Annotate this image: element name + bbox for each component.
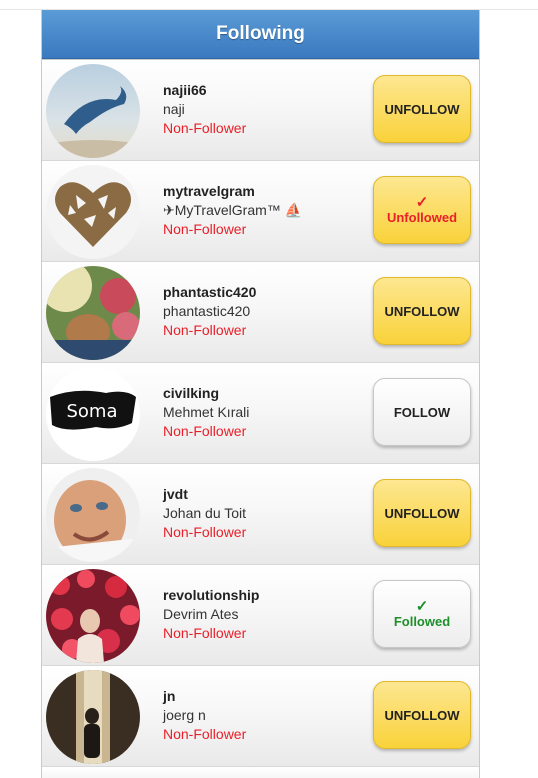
list-item[interactable]: phantastic420 phantastic420 Non-Follower… (42, 261, 479, 362)
username: civilking (163, 385, 220, 401)
list-item[interactable]: Soma civilking Mehmet Kırali Non-Followe… (42, 362, 479, 463)
avatar[interactable] (46, 670, 140, 764)
full-name: ✈MyTravelGram™ ⛵ (163, 202, 303, 218)
button-label: UNFOLLOW (384, 505, 460, 521)
button-label: FOLLOW (393, 404, 451, 420)
full-name: Mehmet Kırali (163, 404, 250, 420)
user-info: phantastic420 phantastic420 Non-Follower (163, 283, 256, 340)
username: revolutionship (163, 587, 260, 603)
full-name: joerg n (163, 707, 206, 723)
follow-status: Non-Follower (163, 120, 247, 136)
username: mytravelgram (163, 183, 255, 199)
username: jn (163, 688, 176, 704)
user-info: jvdt Johan du Toit Non-Follower (163, 485, 246, 542)
page-title: Following (216, 23, 305, 44)
unfollowed-button[interactable]: ✓ Unfollowed (373, 176, 471, 244)
user-info: najii66 naji Non-Follower (163, 81, 246, 138)
user-info: civilking Mehmet Kırali Non-Follower (163, 384, 249, 441)
button-label: UNFOLLOW (384, 101, 460, 117)
user-info: jn joerg n Non-Follower (163, 687, 246, 744)
follow-status: Non-Follower (163, 625, 247, 641)
header-bar: Following (42, 10, 479, 59)
avatar[interactable] (46, 64, 140, 158)
follow-status: Non-Follower (163, 423, 247, 439)
user-info: mytravelgram ✈MyTravelGram™ ⛵ Non-Follow… (163, 182, 302, 239)
username: najii66 (163, 82, 207, 98)
full-name: naji (163, 101, 185, 117)
list-item[interactable]: najii66 naji Non-Follower UNFOLLOW (42, 59, 479, 160)
button-label: UNFOLLOW (384, 707, 460, 723)
button-label: Unfollowed (386, 209, 458, 225)
avatar-text: Soma (66, 401, 117, 422)
button-label: UNFOLLOW (384, 303, 460, 319)
follow-status: Non-Follower (163, 221, 247, 237)
unfollow-button[interactable]: UNFOLLOW (373, 75, 471, 143)
avatar[interactable]: Soma (46, 367, 140, 461)
unfollow-button[interactable]: UNFOLLOW (373, 681, 471, 749)
list-item[interactable]: jvdt Johan du Toit Non-Follower UNFOLLOW (42, 463, 479, 564)
avatar[interactable] (46, 468, 140, 562)
list-item[interactable]: jn joerg n Non-Follower UNFOLLOW (42, 665, 479, 766)
list-item[interactable]: revolutionship Devrim Ates Non-Follower … (42, 564, 479, 665)
check-icon: ✓ (415, 193, 429, 211)
follow-button[interactable]: FOLLOW (373, 378, 471, 446)
list-item[interactable]: mytravelgram ✈MyTravelGram™ ⛵ Non-Follow… (42, 160, 479, 261)
followed-button[interactable]: ✓ Followed (373, 580, 471, 648)
follow-status: Non-Follower (163, 322, 247, 338)
avatar[interactable] (46, 266, 140, 360)
check-icon: ✓ (415, 597, 429, 615)
avatar[interactable] (46, 165, 140, 259)
avatar[interactable] (46, 569, 140, 663)
user-info: revolutionship Devrim Ates Non-Follower (163, 586, 259, 643)
following-list[interactable]: najii66 naji Non-Follower UNFOLLOW mytra… (42, 59, 479, 778)
list-item-partial[interactable] (42, 766, 479, 778)
follow-status: Non-Follower (163, 524, 247, 540)
full-name: Johan du Toit (163, 505, 247, 521)
following-screen: Following najii66 naji Non-Follower UNFO… (41, 10, 480, 778)
full-name: phantastic420 (163, 303, 251, 319)
unfollow-button[interactable]: UNFOLLOW (373, 277, 471, 345)
follow-status: Non-Follower (163, 726, 247, 742)
button-label: Followed (393, 613, 451, 629)
full-name: Devrim Ates (163, 606, 239, 622)
username: phantastic420 (163, 284, 257, 300)
unfollow-button[interactable]: UNFOLLOW (373, 479, 471, 547)
username: jvdt (163, 486, 188, 502)
